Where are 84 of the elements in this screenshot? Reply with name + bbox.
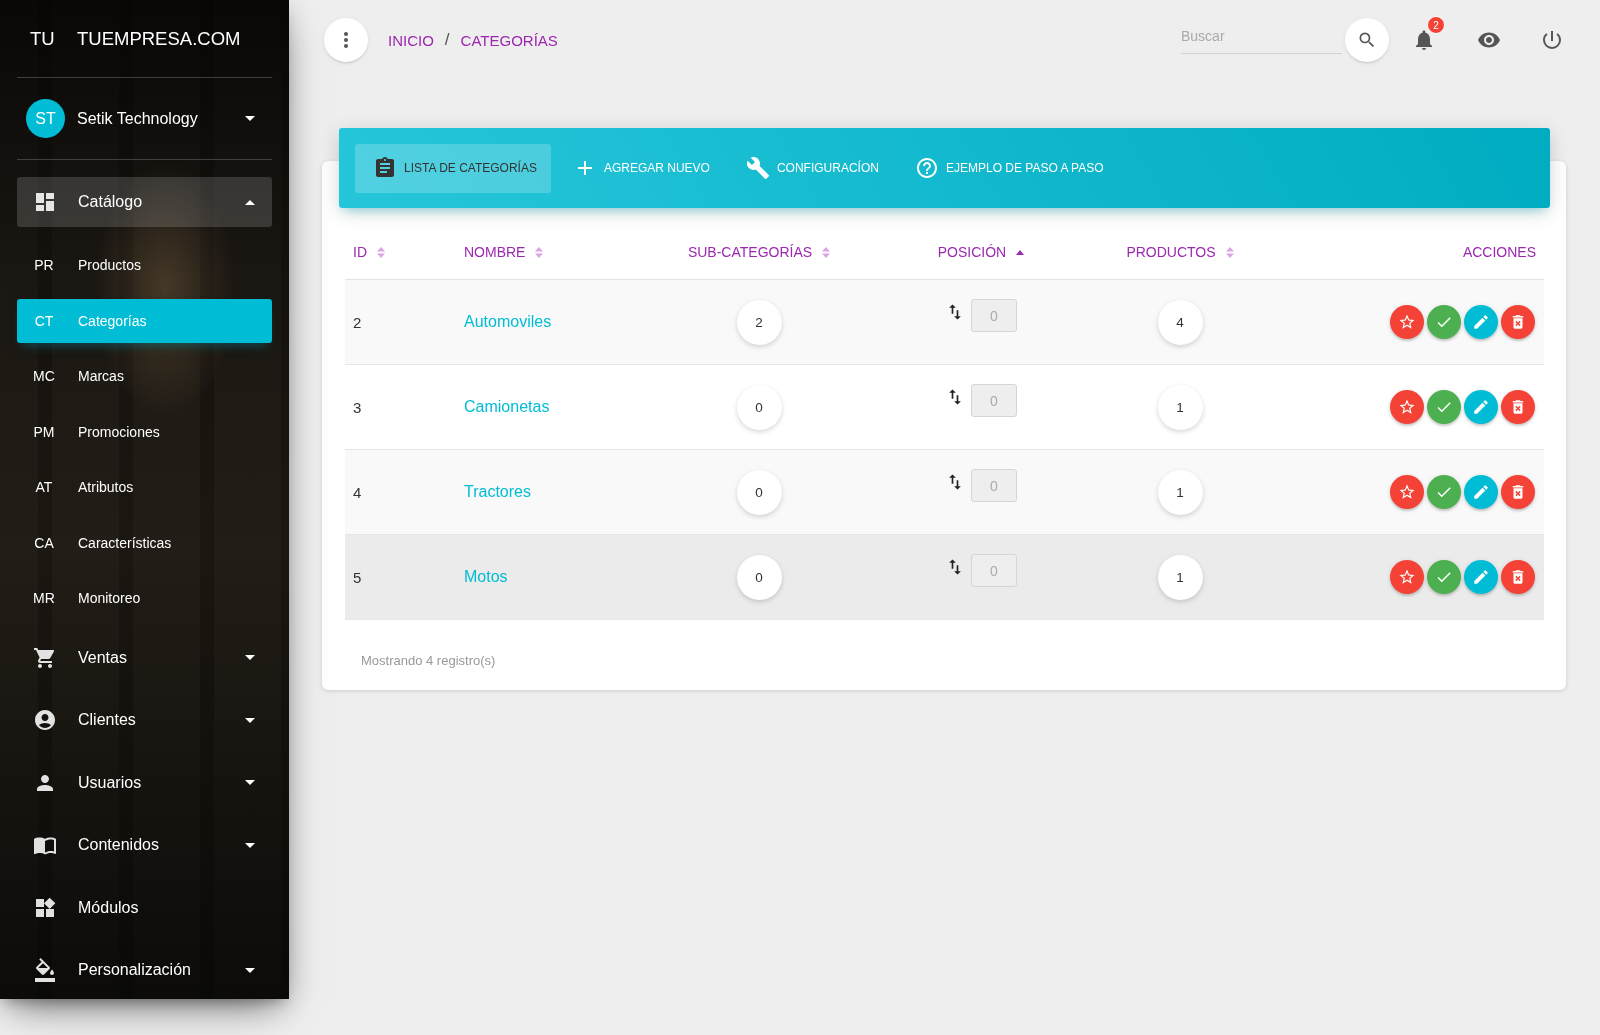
delete-button[interactable]: [1501, 560, 1535, 594]
subcategory-count: 0: [736, 554, 782, 600]
nav-abbreviation: MR: [32, 590, 56, 606]
column-header[interactable]: PRODUCTOS: [1126, 244, 1234, 260]
help-icon: [914, 156, 939, 180]
delete-button[interactable]: [1501, 390, 1535, 424]
nav-item[interactable]: Catálogo: [17, 177, 272, 227]
dashboard-icon: [33, 190, 57, 214]
search-icon: [1357, 30, 1377, 50]
nav-abbreviation: CT: [33, 312, 55, 329]
nav-abbreviation: PM: [32, 423, 56, 440]
nav-subitem[interactable]: MC Marcas: [17, 354, 272, 398]
star-button[interactable]: [1390, 390, 1424, 424]
nav-item[interactable]: Módulos: [17, 882, 272, 933]
nav-item[interactable]: Personalización: [17, 945, 272, 995]
pencil-icon: [1472, 313, 1490, 331]
product-count: 1: [1157, 469, 1203, 515]
column-header[interactable]: NOMBRE: [464, 244, 544, 260]
breadcrumb-separator: /: [444, 30, 450, 50]
user-avatar: ST: [26, 99, 65, 138]
nav-item[interactable]: Clientes: [17, 695, 272, 745]
check-button[interactable]: [1427, 305, 1461, 339]
id-cell: 2: [353, 313, 362, 331]
star-button[interactable]: [1390, 305, 1424, 339]
subcategory-count: 0: [736, 469, 782, 515]
nav-subitem[interactable]: PR Productos: [17, 243, 272, 287]
product-count: 4: [1157, 299, 1203, 345]
nav-subitem[interactable]: AT Atributos: [17, 465, 272, 509]
edit-button[interactable]: [1464, 560, 1498, 594]
edit-button[interactable]: [1464, 305, 1498, 339]
id-cell: 3: [353, 398, 362, 416]
subcategory-count: 2: [736, 299, 782, 345]
edit-button[interactable]: [1464, 475, 1498, 509]
check-button[interactable]: [1427, 390, 1461, 424]
nav-subitem[interactable]: CA Características: [17, 520, 272, 565]
check-button[interactable]: [1427, 475, 1461, 509]
id-cell: 4: [353, 483, 362, 501]
id-cell: 5: [353, 568, 362, 586]
product-count: 1: [1157, 384, 1203, 430]
notification-badge: 2: [1427, 16, 1445, 34]
widgets-icon: [33, 895, 57, 920]
pencil-icon: [1472, 483, 1490, 501]
nav-abbreviation: MC: [32, 368, 56, 384]
search-button[interactable]: [1345, 18, 1389, 62]
delete-button[interactable]: [1501, 475, 1535, 509]
breadcrumb-link[interactable]: CATEGORÍAS: [460, 31, 558, 49]
user-name[interactable]: Setik Technology: [77, 109, 198, 128]
search-field[interactable]: Buscar: [1181, 19, 1342, 54]
check-button[interactable]: [1427, 560, 1461, 594]
column-header[interactable]: SUB-CATEGORÍAS: [687, 244, 831, 260]
column-header[interactable]: POSICIÓN: [937, 244, 1025, 260]
wrench-icon: [745, 156, 770, 180]
nav-abbreviation: AT: [34, 479, 54, 495]
logo-text[interactable]: TUEMPRESA.COM: [77, 27, 241, 50]
nav-abbreviation: CA: [33, 534, 55, 551]
nav-item[interactable]: Ventas: [17, 632, 272, 683]
nav-subitem[interactable]: MR Monitoreo: [17, 576, 272, 620]
clipboard-icon: [373, 156, 397, 180]
star-button[interactable]: [1390, 560, 1424, 594]
edit-button[interactable]: [1464, 390, 1498, 424]
record-count: Mostrando 4 registro(s): [361, 653, 496, 668]
nav-abbreviation: PR: [33, 257, 55, 273]
pencil-icon: [1472, 568, 1490, 586]
nav-item[interactable]: Usuarios: [17, 757, 272, 808]
tab[interactable]: LISTA DE CATEGORÍAS: [355, 143, 551, 193]
star-button[interactable]: [1390, 475, 1424, 509]
star-icon: [1398, 483, 1416, 501]
nav-item[interactable]: Contenidos: [17, 820, 272, 870]
nav-subitem[interactable]: PM Promociones: [17, 409, 272, 454]
power-icon[interactable]: [1540, 28, 1564, 52]
subcategory-count: 0: [736, 384, 782, 430]
star-icon: [1398, 313, 1416, 331]
pencil-icon: [1472, 398, 1490, 416]
product-count: 1: [1157, 554, 1203, 600]
star-icon: [1398, 568, 1416, 586]
breadcrumb-link[interactable]: INICIO: [388, 31, 434, 49]
paint-bucket-icon: [33, 958, 57, 982]
delete-button[interactable]: [1501, 305, 1535, 339]
cart-icon: [33, 645, 57, 670]
logo-mini[interactable]: TU: [30, 27, 77, 50]
column-header[interactable]: ID: [353, 244, 385, 260]
vertical-dots-icon: [344, 32, 348, 48]
column-header: ACCIONES: [1462, 244, 1536, 260]
star-icon: [1398, 398, 1416, 416]
